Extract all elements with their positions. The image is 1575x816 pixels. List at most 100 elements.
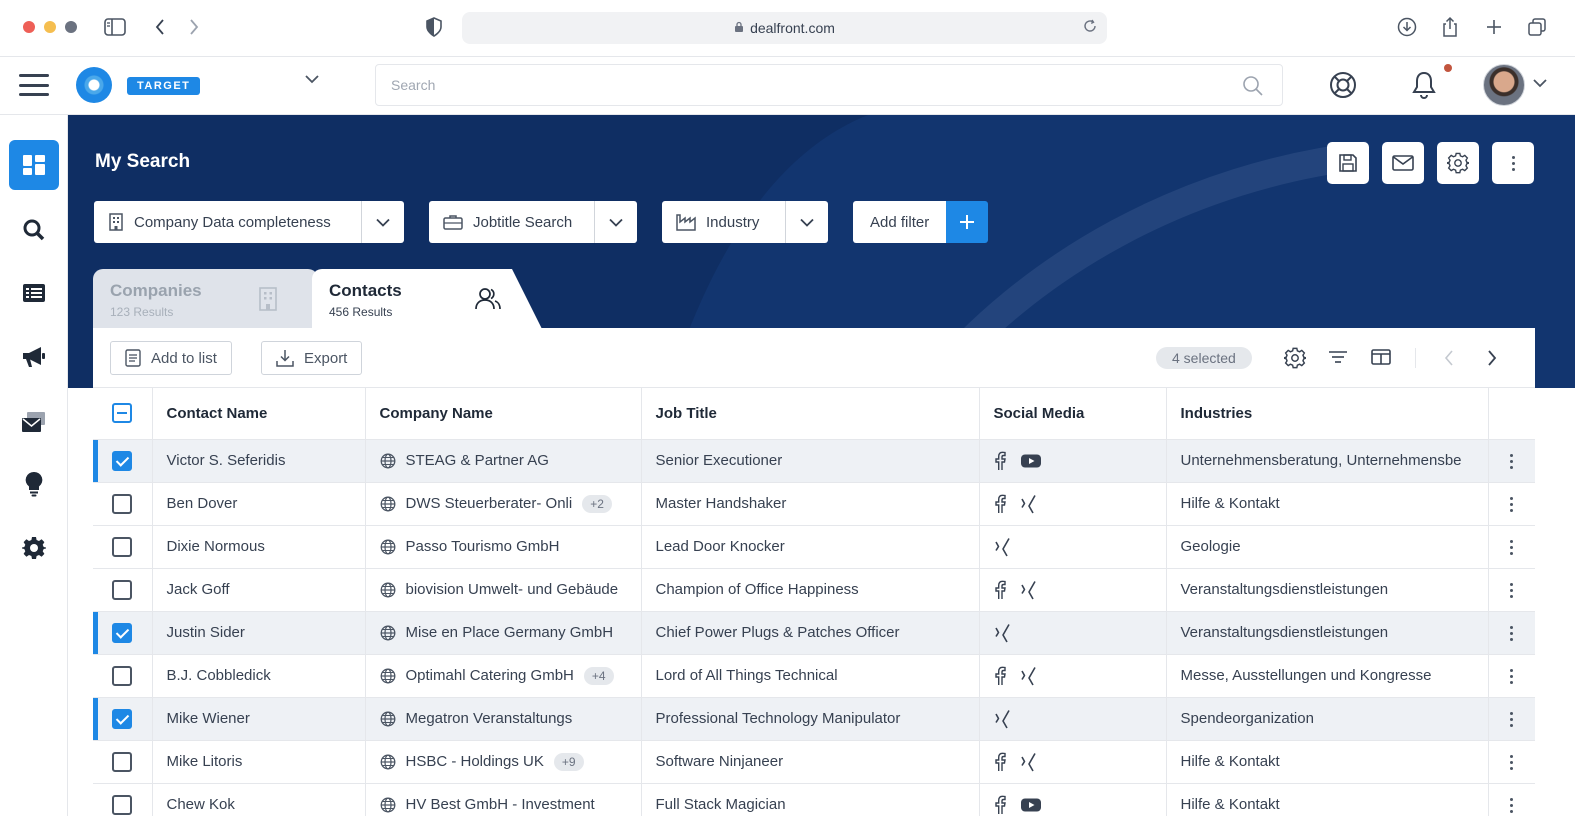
next-page-icon[interactable]: [1487, 350, 1497, 366]
company-name-cell[interactable]: DWS Steuerberater- Onli +2: [364, 482, 641, 526]
user-avatar[interactable]: [1483, 64, 1525, 106]
table-row[interactable]: Mike Wiener Megatron Veranstaltungs Profes…: [93, 697, 1535, 741]
previous-page-icon[interactable]: [1444, 350, 1454, 366]
search-input[interactable]: [376, 65, 1282, 105]
contact-name-cell[interactable]: Jack Goff: [151, 568, 365, 612]
row-checkbox[interactable]: [112, 493, 133, 514]
sidebar-item-mailing[interactable]: [9, 397, 59, 447]
tab-overview-icon[interactable]: [1524, 14, 1550, 40]
email-button[interactable]: [1382, 142, 1424, 184]
youtube-icon[interactable]: [1020, 453, 1042, 469]
more-companies-badge[interactable]: +4: [583, 666, 614, 685]
globe-icon[interactable]: [380, 453, 396, 469]
tab-contacts[interactable]: Contacts 456 Results: [312, 269, 542, 329]
save-search-button[interactable]: [1327, 142, 1369, 184]
share-icon[interactable]: [1437, 14, 1463, 40]
table-row[interactable]: Dixie Normous Passo Tourismo GmbH Lead Doo…: [93, 525, 1535, 569]
forward-icon[interactable]: [181, 14, 207, 40]
row-more-vertical-icon[interactable]: [1510, 754, 1514, 770]
row-more-vertical-icon[interactable]: [1510, 668, 1514, 684]
column-layout-icon[interactable]: [1371, 349, 1391, 365]
address-bar[interactable]: dealfront.com: [462, 12, 1107, 44]
company-name-cell[interactable]: HSBC - Holdings UK +9: [364, 740, 641, 784]
more-companies-badge[interactable]: +2: [582, 494, 612, 513]
row-more-vertical-icon[interactable]: [1510, 797, 1514, 813]
globe-icon[interactable]: [380, 797, 396, 813]
table-row[interactable]: Jack Goff biovision Umwelt- und Gebäude Ch…: [93, 568, 1535, 612]
sort-filter-icon[interactable]: [1328, 350, 1348, 364]
facebook-icon[interactable]: [994, 451, 1006, 471]
table-row[interactable]: Mike Litoris HSBC - Holdings UK +9 Software…: [93, 740, 1535, 784]
row-more-vertical-icon[interactable]: [1510, 539, 1514, 555]
select-all-checkbox[interactable]: [112, 403, 133, 424]
row-checkbox[interactable]: [112, 579, 133, 600]
globe-icon[interactable]: [380, 625, 396, 641]
chevron-down-icon[interactable]: [594, 201, 637, 243]
company-name-cell[interactable]: Optimahl Catering GmbH +4: [364, 654, 641, 698]
column-header-job-title[interactable]: Job Title: [640, 388, 979, 440]
search-settings-button[interactable]: [1437, 142, 1479, 184]
contact-name-cell[interactable]: Mike Wiener: [151, 697, 365, 741]
facebook-icon[interactable]: [994, 494, 1006, 514]
row-checkbox[interactable]: [112, 665, 133, 686]
column-header-contact-name[interactable]: Contact Name: [151, 388, 365, 440]
facebook-icon[interactable]: [994, 795, 1006, 815]
window-close-button[interactable]: [23, 21, 35, 33]
facebook-icon[interactable]: [994, 666, 1006, 686]
globe-icon[interactable]: [380, 754, 396, 770]
contact-name-cell[interactable]: Dixie Normous: [151, 525, 365, 569]
contact-name-cell[interactable]: B.J. Cobbledick: [151, 654, 365, 698]
row-more-vertical-icon[interactable]: [1510, 582, 1514, 598]
menu-icon[interactable]: [19, 71, 49, 99]
company-name-cell[interactable]: STEAG & Partner AG: [364, 439, 641, 483]
plus-icon[interactable]: [946, 201, 989, 243]
window-minimize-button[interactable]: [44, 21, 56, 33]
back-icon[interactable]: [147, 14, 173, 40]
add-filter-button[interactable]: Add filter: [853, 201, 989, 243]
more-companies-badge[interactable]: +9: [553, 752, 584, 771]
product-switcher-chevron-icon[interactable]: [305, 71, 319, 89]
row-checkbox[interactable]: [112, 536, 133, 557]
xing-icon[interactable]: [994, 709, 1012, 729]
globe-icon[interactable]: [380, 711, 396, 727]
company-name-cell[interactable]: Passo Tourismo GmbH: [364, 525, 641, 569]
globe-icon[interactable]: [380, 582, 396, 598]
privacy-shield-icon[interactable]: [421, 14, 447, 40]
reload-icon[interactable]: [1083, 19, 1097, 37]
help-lifebuoy-icon[interactable]: [1328, 70, 1358, 105]
row-checkbox[interactable]: [112, 794, 133, 815]
filter-company-data-completeness[interactable]: Company Data completeness: [94, 201, 404, 243]
row-checkbox[interactable]: [112, 708, 133, 729]
row-checkbox[interactable]: [112, 622, 133, 643]
table-row[interactable]: B.J. Cobbledick Optimahl Catering GmbH +4 L…: [93, 654, 1535, 698]
row-more-vertical-icon[interactable]: [1510, 625, 1514, 641]
row-checkbox[interactable]: [112, 751, 133, 772]
row-more-vertical-icon[interactable]: [1510, 453, 1514, 469]
column-header-company-name[interactable]: Company Name: [364, 388, 641, 440]
youtube-icon[interactable]: [1020, 797, 1042, 813]
facebook-icon[interactable]: [994, 752, 1006, 772]
contact-name-cell[interactable]: Justin Sider: [151, 611, 365, 655]
company-name-cell[interactable]: biovision Umwelt- und Gebäude: [364, 568, 641, 612]
sidebar-item-search[interactable]: [9, 205, 59, 255]
tab-companies[interactable]: Companies 123 Results: [93, 269, 318, 329]
chevron-down-icon[interactable]: [361, 201, 404, 243]
globe-icon[interactable]: [380, 668, 396, 684]
table-row[interactable]: Victor S. Seferidis STEAG & Partner AG Sen…: [93, 439, 1535, 483]
chevron-down-icon[interactable]: [785, 201, 828, 243]
column-header-industries[interactable]: Industries: [1165, 388, 1488, 440]
sidebar-item-dashboard[interactable]: [9, 140, 59, 190]
sidebar-item-settings[interactable]: [9, 523, 59, 573]
company-name-cell[interactable]: Megatron Veranstaltungs: [364, 697, 641, 741]
export-button[interactable]: Export: [261, 341, 363, 375]
sidebar-item-campaigns[interactable]: [9, 332, 59, 382]
column-header-social-media[interactable]: Social Media: [978, 388, 1166, 440]
contact-name-cell[interactable]: Mike Litoris: [151, 740, 365, 784]
sidebar-toggle-icon[interactable]: [102, 14, 128, 40]
row-more-vertical-icon[interactable]: [1510, 496, 1514, 512]
xing-icon[interactable]: [994, 537, 1012, 557]
table-settings-gear-icon[interactable]: [1284, 347, 1306, 369]
contact-name-cell[interactable]: Chew Kok: [151, 783, 365, 816]
company-name-cell[interactable]: HV Best GmbH - Investment: [364, 783, 641, 816]
downloads-icon[interactable]: [1394, 14, 1420, 40]
